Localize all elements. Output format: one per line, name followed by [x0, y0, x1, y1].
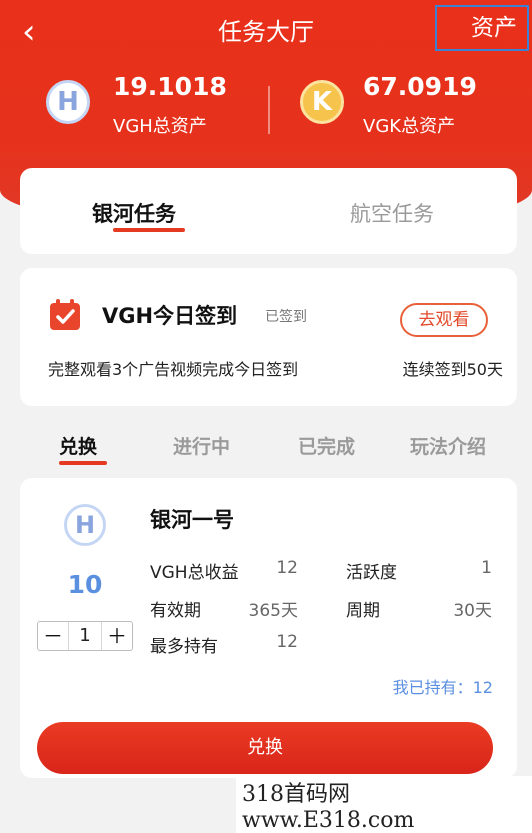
- total-income-value: 12: [276, 558, 298, 578]
- activity-value: 1: [481, 558, 492, 578]
- subtab-indicator: [59, 461, 107, 465]
- cycle-value: 30天: [453, 601, 492, 621]
- vgh-balance-value: 19.1018: [113, 72, 227, 101]
- validity-label: 有效期: [150, 601, 201, 621]
- tab-exchange[interactable]: 兑换: [59, 432, 97, 459]
- active-tab-indicator: [113, 228, 185, 232]
- sign-in-streak: 连续签到50天: [402, 360, 503, 379]
- tab-completed[interactable]: 已完成: [298, 432, 355, 459]
- sign-in-status: 已签到: [265, 309, 307, 325]
- tab-galaxy-tasks[interactable]: 银河任务: [92, 198, 176, 228]
- increment-button[interactable]: ＋: [102, 622, 132, 650]
- total-income-label: VGH总收益: [150, 563, 239, 583]
- cycle-label: 周期: [346, 601, 380, 621]
- tab-how-to-play[interactable]: 玩法介绍: [410, 432, 486, 459]
- vgk-balance-label: VGK总资产: [363, 116, 456, 137]
- vgk-balance-value: 67.0919: [363, 72, 477, 101]
- sign-in-description: 完整观看3个广告视频完成今日签到: [48, 360, 299, 379]
- vgh-coin-icon: H: [46, 80, 90, 124]
- product-price: 10: [67, 570, 103, 599]
- max-hold-value: 12: [276, 632, 298, 652]
- decrement-button[interactable]: －: [38, 622, 68, 650]
- holding-count: 我已持有：12: [392, 678, 493, 697]
- calendar-check-icon: [50, 299, 80, 330]
- max-hold-label: 最多持有: [150, 637, 218, 657]
- exchange-button[interactable]: 兑换: [37, 722, 493, 774]
- assets-button[interactable]: 资产: [435, 5, 529, 51]
- watch-ads-button[interactable]: 去观看: [400, 303, 488, 337]
- watermark-text: 318首码网 www.E318.com: [236, 776, 532, 833]
- quantity-stepper: － 1 ＋: [37, 621, 133, 651]
- sign-in-card: VGH今日签到 已签到 去观看 完整观看3个广告视频完成今日签到 连续签到50天: [20, 268, 517, 406]
- task-tabs-card: 银河任务 航空任务: [20, 168, 517, 254]
- tab-aviation-tasks[interactable]: 航空任务: [350, 198, 434, 228]
- activity-label: 活跃度: [346, 563, 397, 583]
- product-name: 银河一号: [150, 508, 234, 532]
- tab-in-progress[interactable]: 进行中: [173, 432, 230, 459]
- validity-value: 365天: [248, 601, 298, 621]
- quantity-value[interactable]: 1: [68, 622, 102, 650]
- balance-divider: [268, 86, 270, 134]
- product-coin-icon: H: [64, 504, 106, 546]
- sign-in-title: VGH今日签到: [102, 304, 238, 328]
- vgk-coin-icon: K: [300, 80, 344, 124]
- vgh-balance-label: VGH总资产: [113, 116, 207, 137]
